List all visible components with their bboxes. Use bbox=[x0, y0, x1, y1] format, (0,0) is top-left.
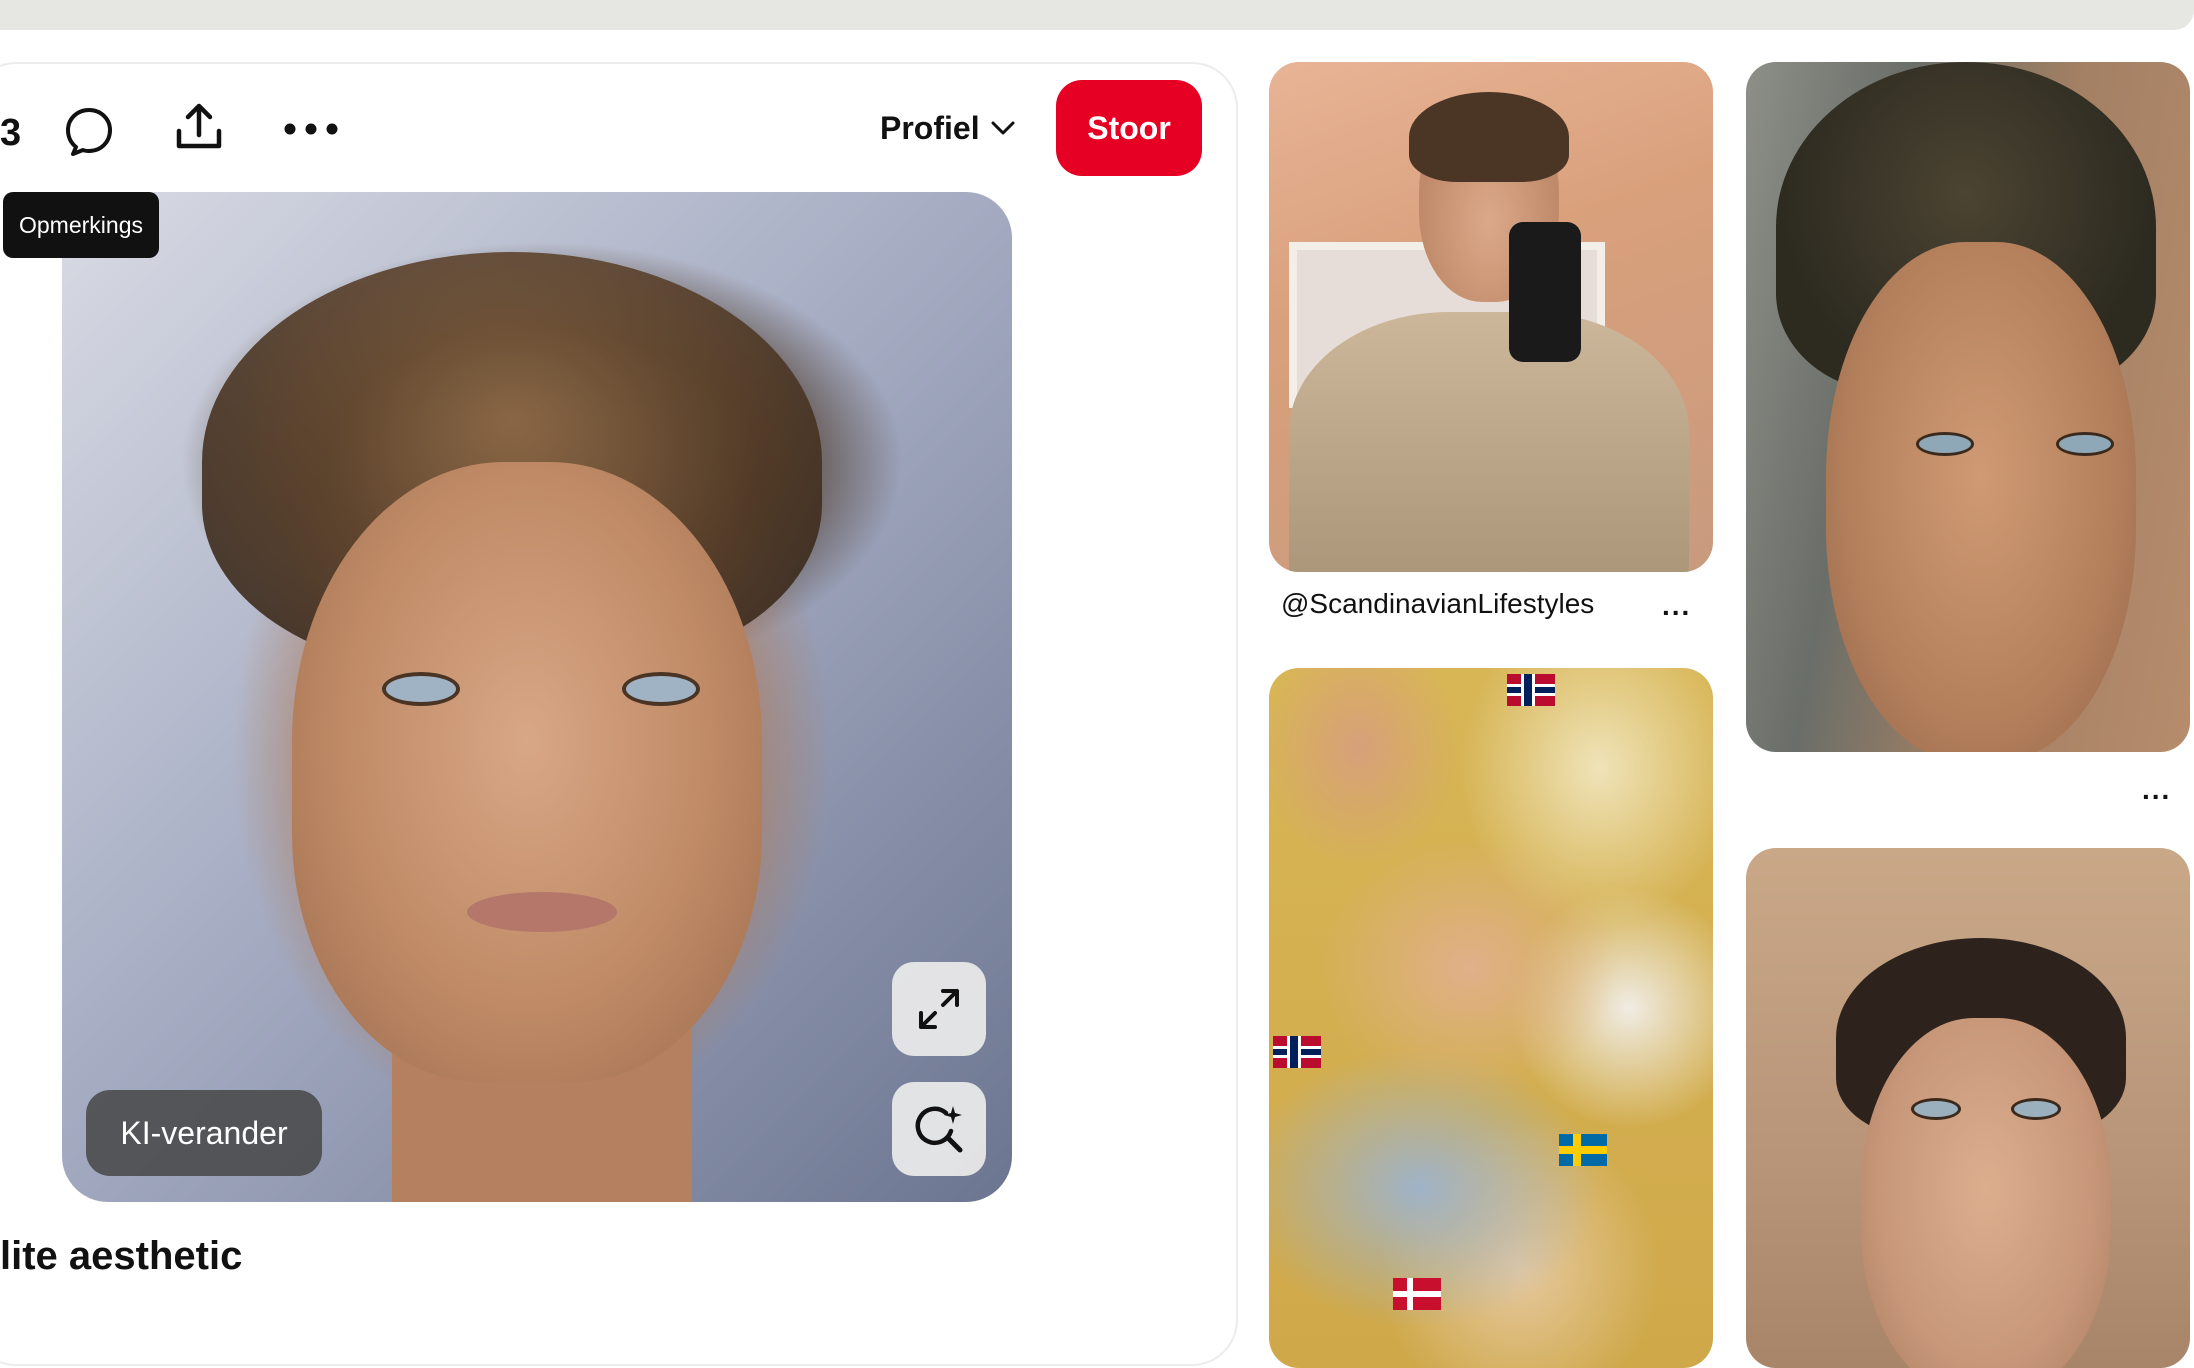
share-button[interactable] bbox=[168, 96, 230, 158]
chevron-down-icon bbox=[991, 121, 1015, 135]
pin-image-face bbox=[292, 462, 762, 1082]
visual-search-button[interactable] bbox=[892, 1082, 986, 1176]
feed-pin-image[interactable] bbox=[1269, 668, 1713, 1368]
expand-button[interactable] bbox=[892, 962, 986, 1056]
feed-pin-more-button[interactable]: ... bbox=[2142, 774, 2171, 806]
denmark-flag bbox=[1393, 1278, 1441, 1310]
pin-image[interactable] bbox=[62, 192, 1012, 1202]
feed-pin-eye bbox=[2056, 432, 2114, 456]
sweden-flag bbox=[1559, 1134, 1607, 1166]
visual-search-icon bbox=[915, 1106, 963, 1153]
feed-pin-image[interactable] bbox=[1746, 62, 2190, 752]
browser-top-strip bbox=[0, 0, 2194, 30]
expand-icon bbox=[919, 989, 959, 1029]
feed-pin-suit bbox=[1289, 312, 1689, 572]
comment-button[interactable] bbox=[58, 100, 120, 162]
feed-pin-more-button[interactable]: ... bbox=[1662, 590, 1691, 622]
norway-flag bbox=[1273, 1036, 1321, 1068]
feed-pin-caption[interactable]: @ScandinavianLifestyles bbox=[1281, 588, 1594, 620]
share-icon bbox=[176, 103, 222, 149]
board-select-dropdown[interactable]: Profiel bbox=[880, 105, 1016, 151]
feed-pin-eye bbox=[2011, 1098, 2061, 1120]
feed-pin-phone bbox=[1509, 222, 1581, 362]
comments-tooltip: Opmerkings bbox=[3, 192, 159, 258]
pin-image-eye bbox=[382, 672, 460, 706]
board-select-label: Profiel bbox=[880, 109, 980, 146]
feed-pin-face bbox=[1826, 242, 2136, 752]
more-options-button[interactable] bbox=[280, 104, 342, 154]
feed-pin-eye bbox=[1911, 1098, 1961, 1120]
pin-title: lite aesthetic bbox=[0, 1234, 243, 1278]
feed-pin-face bbox=[1861, 1018, 2111, 1368]
feed-pin-image[interactable] bbox=[1746, 848, 2190, 1368]
pin-image-lips bbox=[467, 892, 617, 932]
ai-modify-button[interactable]: KI-verander bbox=[86, 1090, 322, 1176]
reaction-count: 3 bbox=[0, 112, 22, 154]
norway-flag bbox=[1507, 674, 1555, 706]
feed-pin-image[interactable] bbox=[1269, 62, 1713, 572]
save-button[interactable]: Stoor bbox=[1056, 80, 1202, 176]
feed-pin-hair bbox=[1409, 92, 1569, 182]
comment-icon bbox=[66, 108, 112, 156]
pin-image-eye bbox=[622, 672, 700, 706]
more-icon bbox=[284, 123, 338, 135]
feed-pin-eye bbox=[1916, 432, 1974, 456]
